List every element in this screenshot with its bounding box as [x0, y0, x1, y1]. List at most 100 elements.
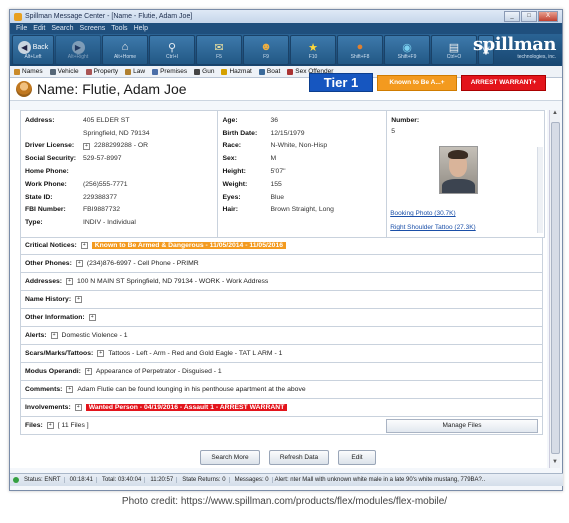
- type-row: Type: INDIV - Individual: [25, 219, 136, 227]
- photo-column: Number: 5 Booking Photo (30.7K) Right Sh…: [387, 111, 544, 237]
- manage-files-button[interactable]: Manage Files: [386, 419, 538, 433]
- main-scrollbar[interactable]: ▲ ▼: [549, 110, 560, 468]
- module-boat[interactable]: Boat: [258, 68, 280, 75]
- critical-notices-row: Critical Notices: + Known to Be Armed & Da…: [20, 237, 543, 255]
- expand-icon[interactable]: +: [75, 259, 83, 267]
- officer-icon: ☻: [260, 41, 272, 53]
- action-buttons: Search More Refresh Data Edit: [200, 450, 376, 465]
- name-label: Name:: [37, 81, 79, 97]
- race-row: Race: N-White, Non-Hisp: [222, 142, 328, 150]
- other-phones-row: Other Phones: + (234)876-6997 - Cell Phone…: [20, 255, 543, 273]
- expand-icon[interactable]: +: [80, 242, 88, 250]
- photo-scrollbar[interactable]: [537, 147, 543, 233]
- person-icon: [16, 81, 32, 97]
- close-button[interactable]: X: [538, 11, 558, 22]
- search-more-button[interactable]: Search More: [200, 450, 260, 465]
- number-value: 5: [391, 127, 395, 135]
- ssn-row: Social Security: 529-57-8997: [25, 155, 122, 163]
- armed-dangerous-badge[interactable]: Known to Be A...+: [377, 75, 457, 91]
- globe-button[interactable]: ◉ Shift+F9: [384, 35, 430, 65]
- search-icon: ⚲: [167, 41, 177, 54]
- expand-icon[interactable]: +: [75, 295, 83, 303]
- expand-icon[interactable]: +: [50, 331, 58, 339]
- addresses-row: Addresses: +100 N MAIN ST Springfield, ND…: [20, 273, 543, 291]
- status-total: Total: 03:40:04: [99, 477, 146, 483]
- module-premises[interactable]: Premises: [152, 68, 187, 75]
- booking-photo-link[interactable]: Booking Photo (30.7K): [390, 210, 455, 217]
- home-shortcut: Alt+Home: [113, 54, 137, 60]
- scroll-up-icon[interactable]: ▲: [550, 110, 560, 119]
- menu-help[interactable]: Help: [134, 25, 148, 32]
- module-law[interactable]: Law: [125, 68, 145, 75]
- status-messages: Messages: 0: [232, 477, 273, 483]
- scroll-thumb[interactable]: [551, 122, 560, 454]
- forward-button[interactable]: ▶ Alt+Right: [55, 35, 101, 65]
- expand-icon[interactable]: +: [97, 349, 105, 357]
- expand-icon[interactable]: +: [74, 403, 82, 411]
- forward-icon: ▶: [71, 40, 85, 54]
- involvement-value[interactable]: Wanted Person - 04/19/2016 - Assault 1 -…: [85, 403, 288, 411]
- notepad-icon: ▤: [448, 41, 460, 54]
- badge-button[interactable]: ● Shift+F8: [337, 35, 383, 65]
- globe-icon: ◉: [402, 41, 412, 54]
- comments-row: Comments: + Adam Flutie can be found loung…: [20, 381, 543, 399]
- vehicle-icon: [49, 68, 56, 75]
- tattoo-photo-link[interactable]: Right Shoulder Tattoo (27.3K): [390, 224, 476, 231]
- refresh-data-button[interactable]: Refresh Data: [269, 450, 329, 465]
- module-property[interactable]: Property: [85, 68, 118, 75]
- work-phone-row: Work Phone: (256)555-7771: [25, 180, 128, 188]
- expand-icon[interactable]: +: [66, 385, 74, 393]
- menu-file[interactable]: File: [16, 25, 27, 32]
- home-button[interactable]: ⌂ Alt+Home: [102, 35, 148, 65]
- minimize-button[interactable]: _: [504, 11, 520, 22]
- window-title: Spillman Message Center - [Name - Flutie…: [25, 13, 193, 20]
- edit-button[interactable]: Edit: [338, 450, 376, 465]
- critical-notice-value[interactable]: Known to Be Armed & Dangerous - 11/05/20…: [91, 242, 286, 250]
- back-button[interactable]: ◀ Back Alt+Left: [12, 35, 54, 65]
- officer-button[interactable]: ☻ F9: [243, 35, 289, 65]
- module-vehicle[interactable]: Vehicle: [49, 68, 79, 75]
- menu-tools[interactable]: Tools: [111, 25, 127, 32]
- modus-operandi-row: Modus Operandi: + Appearance of Perpetrato…: [20, 363, 543, 381]
- search-button[interactable]: ⚲ Ctrl+I: [149, 35, 195, 65]
- home-phone-row: Home Phone:: [25, 168, 69, 176]
- booking-photo[interactable]: [439, 146, 479, 194]
- address-row: Address: 405 ELDER ST: [25, 116, 130, 124]
- expand-icon[interactable]: +: [83, 142, 90, 150]
- boat-icon: [258, 68, 265, 75]
- module-hazmat[interactable]: Hazmat: [221, 68, 252, 75]
- menu-search[interactable]: Search: [51, 25, 73, 32]
- scroll-down-icon[interactable]: ▼: [550, 459, 560, 468]
- menu-screens[interactable]: Screens: [80, 25, 106, 32]
- maximize-button[interactable]: □: [521, 11, 537, 22]
- search-shortcut: Ctrl+I: [165, 54, 179, 60]
- name-history-row: Name History: +: [20, 291, 543, 309]
- expand-icon[interactable]: +: [84, 367, 92, 375]
- expand-icon[interactable]: +: [46, 421, 54, 429]
- toolbar: ◀ Back Alt+Left ▶ Alt+Right ⌂ Alt+Home ⚲ …: [10, 34, 562, 66]
- window-controls: _ □ X: [504, 11, 558, 22]
- expand-icon[interactable]: +: [66, 277, 74, 285]
- brand-name: spillman: [472, 34, 557, 55]
- arrest-warrant-badge[interactable]: ARREST WARRANT+: [461, 75, 546, 91]
- home-icon: ⌂: [121, 41, 129, 53]
- star-button[interactable]: ★ F10: [290, 35, 336, 65]
- module-names[interactable]: Names: [14, 68, 43, 75]
- connection-status-icon: [13, 477, 19, 483]
- expand-icon[interactable]: +: [88, 313, 96, 321]
- files-row: Files: +[ 11 Files ] Manage Files: [20, 417, 543, 435]
- module-gun[interactable]: Gun: [194, 68, 214, 75]
- back-label: Back: [32, 43, 49, 51]
- involvements-row: Involvements: + Wanted Person - 04/19/2016…: [20, 399, 543, 417]
- officer-shortcut: F9: [263, 54, 269, 60]
- names-icon: [14, 68, 20, 75]
- notepad-button[interactable]: ▤ Ctrl+O: [431, 35, 477, 65]
- status-alert: Alert: nter Mall with unknown white male…: [274, 477, 486, 483]
- driver-license-row: Driver License: +2288299288 - OR: [25, 141, 149, 150]
- record-content: Address: 405 ELDER ST Springfield, ND 791…: [10, 110, 547, 468]
- identity-column: Address: 405 ELDER ST Springfield, ND 791…: [21, 111, 219, 237]
- menu-bar: File Edit Search Screens Tools Help: [10, 23, 562, 34]
- mail-button[interactable]: ✉ F5: [196, 35, 242, 65]
- menu-edit[interactable]: Edit: [33, 25, 45, 32]
- number-label: Number:: [391, 116, 420, 124]
